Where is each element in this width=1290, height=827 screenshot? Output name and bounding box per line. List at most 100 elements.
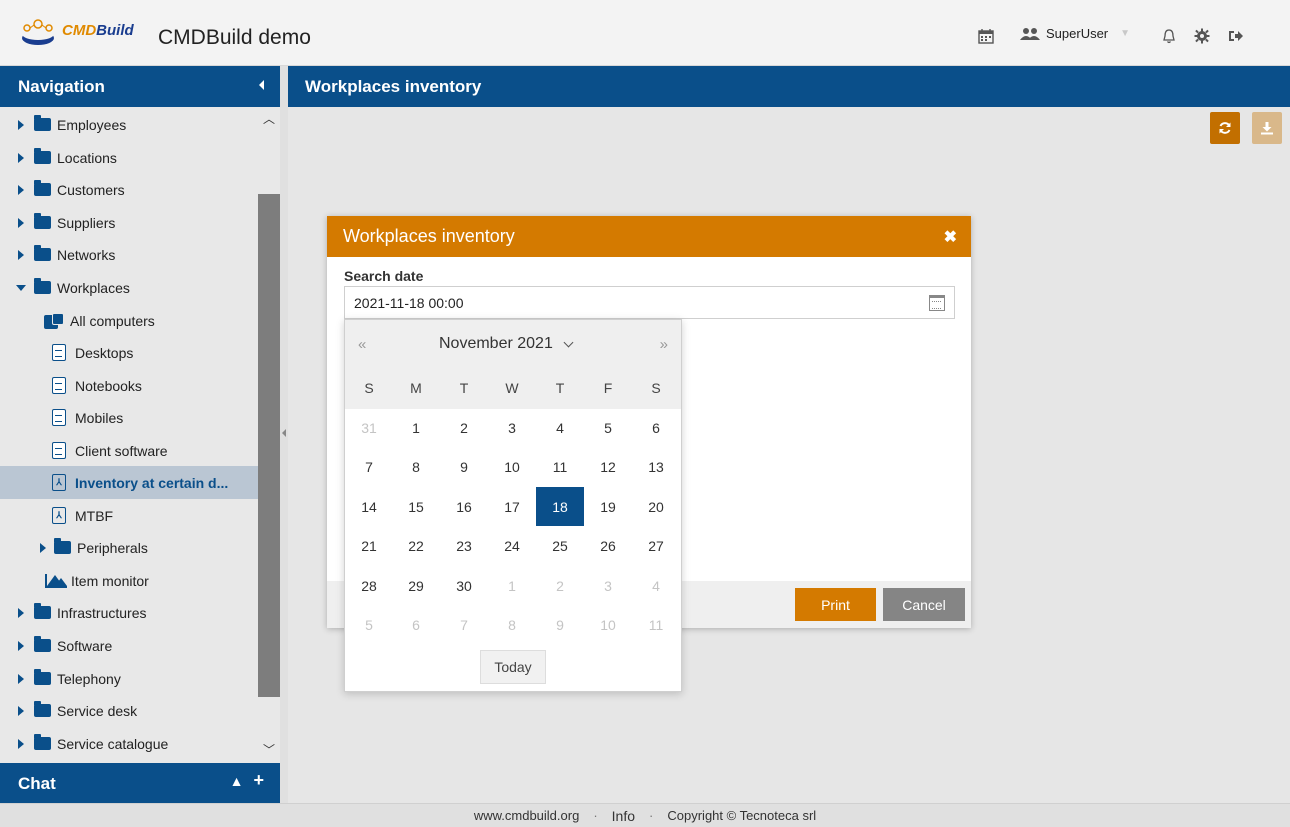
nav-item-networks[interactable]: Networks <box>0 238 258 271</box>
day-cell-other-month[interactable]: 2 <box>536 566 584 605</box>
site-link[interactable]: www.cmdbuild.org <box>474 808 580 823</box>
nav-item-service-catalogue[interactable]: Service catalogue <box>0 727 258 760</box>
day-cell[interactable]: 23 <box>440 526 488 565</box>
day-cell-other-month[interactable]: 10 <box>584 605 632 644</box>
panel-splitter[interactable] <box>280 66 288 803</box>
bell-icon[interactable] <box>1160 27 1178 45</box>
nav-item-label: Service catalogue <box>57 735 169 752</box>
day-cell[interactable]: 3 <box>488 408 536 447</box>
nav-item-employees[interactable]: Employees <box>0 108 258 141</box>
day-cell[interactable]: 21 <box>345 526 393 565</box>
day-cell[interactable]: 1 <box>392 408 440 447</box>
nav-item-desktops[interactable]: Desktops <box>0 336 258 369</box>
dialog-header: Workplaces inventory ✖ <box>327 216 971 257</box>
scroll-down-icon[interactable]: ﹀ <box>263 743 275 757</box>
day-cell[interactable]: 28 <box>345 566 393 605</box>
nav-item-inventory-at-certain-date[interactable]: ⅄ Inventory at certain d... <box>0 466 258 499</box>
day-cell-other-month[interactable]: 7 <box>440 605 488 644</box>
nav-item-customers[interactable]: Customers <box>0 173 258 206</box>
day-cell-other-month[interactable]: 3 <box>584 566 632 605</box>
calendar-icon[interactable] <box>977 27 995 45</box>
day-cell[interactable]: 8 <box>392 447 440 486</box>
day-cell[interactable]: 25 <box>536 526 584 565</box>
download-button[interactable] <box>1252 112 1282 144</box>
search-date-field[interactable]: 2021-11-18 00:00 <box>344 286 955 319</box>
day-cell[interactable]: 13 <box>632 447 680 486</box>
day-cell[interactable]: 12 <box>584 447 632 486</box>
day-cell[interactable]: 15 <box>392 487 440 526</box>
nav-item-client-software[interactable]: Client software <box>0 434 258 467</box>
caret-up-icon[interactable]: ▲ <box>230 773 244 789</box>
weekday-label: T <box>555 380 565 396</box>
print-button[interactable]: Print <box>795 588 876 621</box>
day-cell[interactable]: 24 <box>488 526 536 565</box>
day-cell[interactable]: 6 <box>632 408 680 447</box>
collapse-left-icon[interactable] <box>259 80 264 90</box>
nav-scrollbar-thumb[interactable] <box>258 194 280 697</box>
day-cell[interactable]: 26 <box>584 526 632 565</box>
day-cell-other-month[interactable]: 5 <box>345 605 393 644</box>
nav-item-item-monitor[interactable]: Item monitor <box>0 564 258 597</box>
nav-item-label: All computers <box>70 312 155 329</box>
day-cell-other-month[interactable]: 11 <box>632 605 680 644</box>
nav-item-software[interactable]: Software <box>0 629 258 662</box>
day-cell[interactable]: 11 <box>536 447 584 486</box>
prev-month-icon[interactable]: « <box>358 336 366 353</box>
day-cell-other-month[interactable]: 6 <box>392 605 440 644</box>
user-menu[interactable]: SuperUser ▼ <box>1020 26 1130 41</box>
day-cell[interactable]: 17 <box>488 487 536 526</box>
nav-item-peripherals[interactable]: Peripherals <box>0 531 258 564</box>
today-button[interactable]: Today <box>480 650 546 684</box>
day-cell[interactable]: 4 <box>536 408 584 447</box>
nav-item-locations[interactable]: Locations <box>0 141 258 174</box>
nav-item-telephony[interactable]: Telephony <box>0 662 258 695</box>
collapse-left-icon[interactable] <box>282 429 286 437</box>
cancel-button[interactable]: Cancel <box>883 588 965 621</box>
day-cell[interactable]: 2 <box>440 408 488 447</box>
document-icon <box>52 409 66 426</box>
gear-icon[interactable] <box>1193 27 1211 45</box>
day-cell[interactable]: 5 <box>584 408 632 447</box>
logout-icon[interactable] <box>1227 27 1245 45</box>
day-cell[interactable]: 16 <box>440 487 488 526</box>
day-cell-selected[interactable]: 18 <box>536 487 584 526</box>
nav-item-notebooks[interactable]: Notebooks <box>0 369 258 402</box>
month-year-selector[interactable]: November 2021 <box>439 335 574 353</box>
chat-panel-header[interactable]: Chat ▲ + <box>0 763 280 803</box>
caret-right-icon <box>18 673 24 684</box>
nav-item-infrastructures[interactable]: Infrastructures <box>0 596 258 629</box>
day-cell-other-month[interactable]: 9 <box>536 605 584 644</box>
next-month-icon[interactable]: » <box>660 336 668 353</box>
nav-item-suppliers[interactable]: Suppliers <box>0 206 258 239</box>
day-cell[interactable]: 30 <box>440 566 488 605</box>
refresh-button[interactable] <box>1210 112 1240 144</box>
day-cell[interactable]: 29 <box>392 566 440 605</box>
close-icon[interactable]: ✖ <box>944 227 957 247</box>
nav-item-label: Suppliers <box>57 214 116 231</box>
nav-item-all-computers[interactable]: All computers <box>0 304 258 337</box>
scroll-up-icon[interactable]: ︿ <box>263 112 275 126</box>
day-cell-other-month[interactable]: 1 <box>488 566 536 605</box>
day-cell-other-month[interactable]: 8 <box>488 605 536 644</box>
day-cell[interactable]: 14 <box>345 487 393 526</box>
nav-item-mtbf[interactable]: ⅄ MTBF <box>0 499 258 532</box>
nav-item-mobiles[interactable]: Mobiles <box>0 401 258 434</box>
day-cell[interactable]: 20 <box>632 487 680 526</box>
folder-icon <box>34 180 51 196</box>
day-cell[interactable]: 27 <box>632 526 680 565</box>
plus-icon[interactable]: + <box>253 771 264 789</box>
day-cell-other-month[interactable]: 4 <box>632 566 680 605</box>
day-cell-other-month[interactable]: 31 <box>345 408 393 447</box>
day-cell[interactable]: 19 <box>584 487 632 526</box>
day-cell[interactable]: 7 <box>345 447 393 486</box>
nav-item-service-desk[interactable]: Service desk <box>0 694 258 727</box>
day-cell[interactable]: 22 <box>392 526 440 565</box>
day-cell[interactable]: 10 <box>488 447 536 486</box>
day-cell[interactable]: 9 <box>440 447 488 486</box>
calendar-icon[interactable] <box>929 295 945 311</box>
folder-icon <box>34 701 51 717</box>
weekday-label: F <box>603 380 613 396</box>
nav-item-workplaces[interactable]: Workplaces <box>0 271 258 304</box>
user-name: SuperUser <box>1046 26 1109 41</box>
info-link[interactable]: Info <box>612 808 635 824</box>
